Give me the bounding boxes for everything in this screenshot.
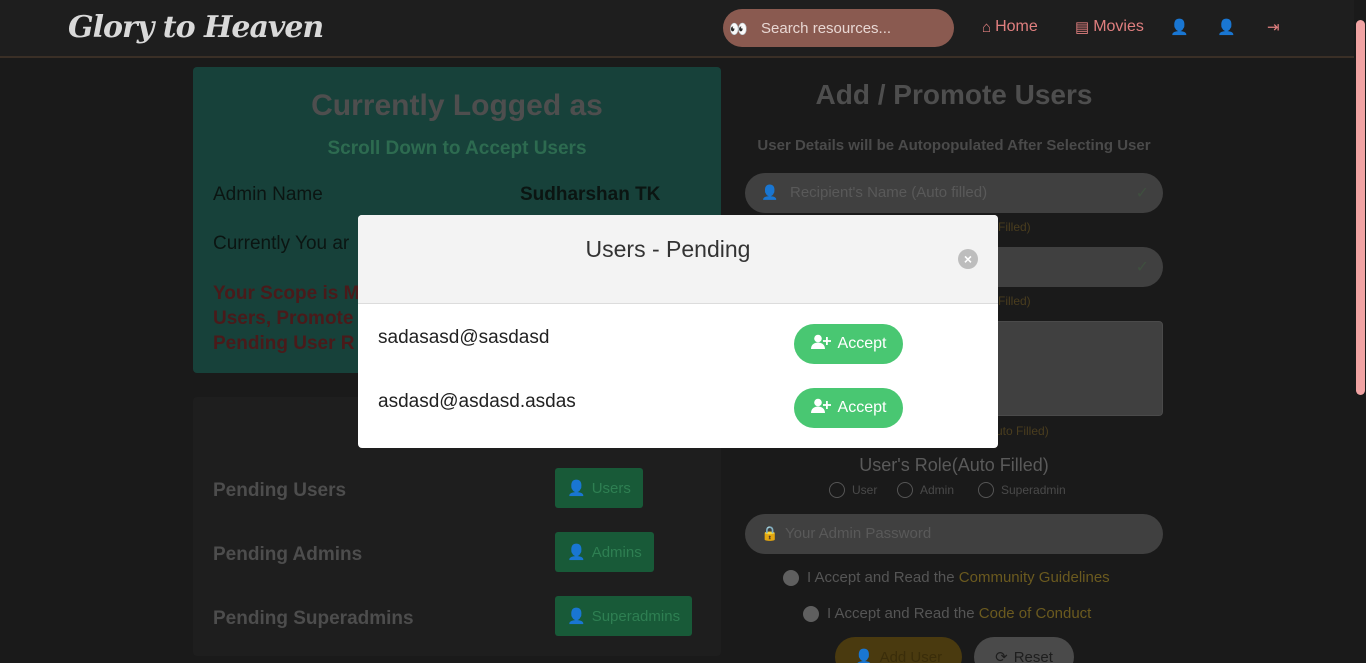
reset-icon: ⟳: [995, 649, 1008, 663]
close-icon[interactable]: ×: [958, 249, 978, 269]
agree-guidelines[interactable]: I Accept and Read the Community Guidelin…: [783, 569, 1110, 586]
agree-conduct[interactable]: I Accept and Read the Code of Conduct: [803, 605, 1091, 622]
modal-title: Users - Pending: [585, 236, 751, 262]
pending-superadmins-label: Pending Superadmins: [213, 608, 414, 629]
check-icon: ✓: [1135, 259, 1149, 276]
current-role-text: Currently You ar: [213, 233, 350, 254]
pending-admins-button-label: Admins: [591, 543, 642, 561]
reset-button[interactable]: ⟳ Reset: [974, 637, 1074, 663]
role-label: Superadmin: [1001, 483, 1066, 497]
check-icon: ✓: [1135, 185, 1149, 202]
admin-password-field[interactable]: 🔒 Your Admin Password: [745, 514, 1163, 554]
pending-admins-label: Pending Admins: [213, 544, 363, 565]
pending-admins-button[interactable]: 👤 Admins: [555, 532, 654, 572]
eyes-icon: 👀: [729, 21, 748, 38]
admin-name-label: Admin Name: [213, 184, 323, 205]
accept-label: Accept: [837, 399, 887, 416]
user-plus-icon: 👤: [854, 649, 874, 663]
nav-home-link[interactable]: ⌂ Home: [982, 18, 1038, 36]
agree-text: I Accept and Read the: [807, 569, 959, 586]
nav-logout-link[interactable]: ⇥: [1267, 18, 1280, 36]
role-radio-user[interactable]: User: [829, 482, 877, 498]
add-user-label: Add User: [879, 648, 943, 663]
logout-icon: ⇥: [1267, 19, 1280, 36]
recipient-name-placeholder: Recipient's Name (Auto filled): [790, 184, 988, 201]
radio-circle: [829, 482, 845, 498]
search-input[interactable]: [761, 17, 941, 39]
navbar: Glory to Heaven 👀 ⌂ Home ▤ Movies 👤 👤 ⇥: [0, 0, 1366, 58]
search-bar[interactable]: 👀: [723, 9, 954, 47]
pending-superadmins-button[interactable]: 👤 Superadmins: [555, 596, 693, 636]
field-hint: uto Filled): [996, 424, 1049, 438]
pending-users-modal: Users - Pending × sadasasd@sasdasd Accep…: [358, 215, 998, 448]
pending-users-label: Pending Users: [213, 480, 347, 501]
accept-label: Accept: [837, 335, 887, 352]
logged-in-subtitle: Scroll Down to Accept Users: [327, 138, 587, 159]
user-gear-icon: 👤: [567, 480, 586, 497]
brand-logo[interactable]: Glory to Heaven: [68, 10, 324, 45]
user-gear-icon: 👤: [567, 608, 586, 625]
code-of-conduct-link[interactable]: Code of Conduct: [979, 605, 1092, 622]
user-plus-icon: [810, 334, 831, 355]
reset-label: Reset: [1013, 648, 1053, 663]
role-label: Admin: [920, 483, 955, 497]
pending-user-email: asdasd@asdasd.asdas: [378, 391, 576, 412]
form-title: Add / Promote Users: [815, 79, 1093, 110]
radio-circle: [897, 482, 913, 498]
agree-text: I Accept and Read the: [827, 605, 979, 622]
nav-user-settings-link[interactable]: 👤: [1217, 18, 1236, 36]
lock-icon: 🔒: [761, 525, 779, 541]
pending-users-button[interactable]: 👤 Users: [555, 468, 643, 508]
recipient-name-field[interactable]: 👤 Recipient's Name (Auto filled) ✓: [745, 173, 1163, 213]
nav-user-search-link[interactable]: 👤: [1170, 18, 1189, 36]
logged-in-title: Currently Logged as: [311, 89, 603, 122]
role-radio-superadmin[interactable]: Superadmin: [978, 482, 1066, 498]
role-radio-admin[interactable]: Admin: [897, 482, 954, 498]
form-subtitle: User Details will be Autopopulated After…: [757, 137, 1151, 154]
user-gear-icon: 👤: [1217, 19, 1236, 36]
home-icon: ⌂: [982, 18, 992, 36]
modal-header: Users - Pending ×: [358, 215, 998, 304]
field-hint: Filled): [998, 220, 1031, 234]
file-icon: ▤: [1075, 19, 1090, 36]
role-label: User: [852, 483, 878, 497]
accept-user-button[interactable]: Accept: [794, 324, 903, 364]
pending-user-email: sadasasd@sasdasd: [378, 327, 550, 348]
user-gear-icon: 👤: [567, 544, 586, 561]
admin-name-value: Sudharshan TK: [520, 184, 661, 205]
agree-radio[interactable]: [803, 605, 819, 622]
accept-user-button[interactable]: Accept: [794, 388, 903, 428]
pending-superadmins-button-label: Superadmins: [591, 607, 681, 625]
add-user-button[interactable]: 👤 Add User: [835, 637, 962, 663]
nav-home-label: Home: [995, 18, 1038, 35]
field-hint: Filled): [998, 294, 1031, 308]
agree-radio[interactable]: [783, 569, 799, 586]
user-search-icon: 👤: [1170, 19, 1189, 36]
role-title: User's Role(Auto Filled): [859, 455, 1049, 475]
user-icon: 👤: [761, 184, 779, 200]
user-plus-icon: [810, 398, 831, 419]
admin-password-placeholder: Your Admin Password: [785, 525, 932, 542]
nav-movies-link[interactable]: ▤ Movies: [1075, 18, 1144, 36]
nav-movies-label: Movies: [1093, 18, 1144, 35]
pending-users-button-label: Users: [591, 479, 631, 497]
radio-circle: [978, 482, 994, 498]
community-guidelines-link[interactable]: Community Guidelines: [959, 569, 1110, 586]
scrollbar-thumb[interactable]: [1356, 20, 1365, 395]
